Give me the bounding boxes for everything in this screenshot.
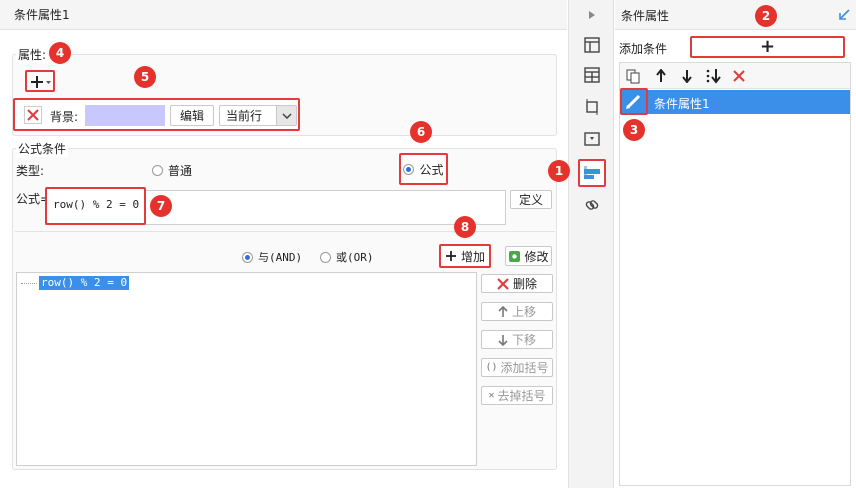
move-down-label: 下移 [511, 333, 536, 347]
logic-and-radio[interactable]: 与(AND) [242, 249, 302, 265]
attribute-group-label: 属性: [16, 46, 49, 63]
callout-badge-6: 6 [410, 121, 432, 143]
delete-label: 删除 [512, 277, 537, 291]
remove-bracket-label: 去掉括号 [497, 389, 546, 403]
callout-badge-7: 7 [150, 195, 172, 217]
callout-badge-4: 4 [49, 42, 71, 64]
chevron-down-icon [276, 106, 296, 125]
formula-value: row() % 2 = 0 [53, 198, 140, 211]
table-layout-icon[interactable] [581, 34, 603, 56]
move-to-bottom-icon[interactable] [705, 68, 723, 84]
add-condition-label: 增加 [460, 249, 485, 264]
scope-select-value: 当前行 [226, 109, 263, 123]
callout-badge-1: 1 [548, 160, 570, 182]
attribute-row: 背景: 编辑 当前行 [13, 98, 300, 131]
callout-badge-2: 2 [755, 5, 777, 27]
hyperlink-icon[interactable] [581, 194, 603, 216]
arrow-down-icon [498, 334, 508, 346]
condition-attribute-icon [584, 166, 600, 179]
crop-frame-icon[interactable] [581, 96, 603, 118]
close-icon [27, 109, 39, 121]
side-toolbar [568, 0, 614, 488]
close-icon[interactable] [732, 69, 746, 83]
callout-badge-5: 5 [134, 66, 156, 88]
background-color-swatch[interactable] [85, 105, 165, 126]
callout-badge-8: 8 [454, 216, 476, 238]
pencil-icon [626, 94, 641, 109]
collapse-arrow-icon[interactable] [581, 4, 603, 26]
modify-label: 修改 [524, 249, 549, 264]
move-up-button[interactable]: 上移 [481, 302, 553, 321]
radio-selected-icon [403, 163, 415, 175]
plus-dropdown-icon [31, 76, 51, 88]
condition-tree-item-label: 条件属性1 [654, 97, 710, 111]
formula-group-label: 公式条件 [16, 140, 69, 157]
radio-icon [320, 251, 331, 263]
add-attribute-button[interactable] [25, 70, 55, 92]
widget-dropdown-icon[interactable] [581, 128, 603, 150]
add-condition-plus-button[interactable]: + [690, 36, 845, 58]
condition-list-item[interactable]: row() % 2 = 0 [39, 276, 130, 290]
add-bracket-button[interactable]: () 添加括号 [481, 358, 553, 377]
logic-or-radio[interactable]: 或(OR) [320, 249, 374, 265]
condition-tree-toolbar [620, 63, 850, 89]
logic-and-label: 与(AND) [258, 251, 303, 264]
right-panel-header: 条件属性 [615, 0, 856, 30]
add-condition-label: 添加条件 [619, 42, 668, 56]
arrow-up-icon [498, 305, 508, 317]
copy-icon[interactable] [626, 69, 641, 84]
type-formula-label: 公式 [419, 162, 444, 177]
modify-button[interactable]: 修改 [505, 246, 552, 266]
scope-select[interactable]: 当前行 [219, 105, 297, 126]
condition-list[interactable]: row() % 2 = 0 [16, 272, 477, 466]
right-panel: 条件属性 添加条件 + 条件属性1 [615, 0, 856, 488]
radio-selected-icon [242, 251, 253, 263]
logic-or-label: 或(OR) [336, 251, 374, 264]
move-up-label: 上移 [511, 305, 536, 319]
move-down-button[interactable]: 下移 [481, 330, 553, 349]
delete-attribute-button[interactable] [24, 106, 42, 124]
radio-icon [152, 165, 163, 176]
edit-condition-button[interactable] [620, 88, 648, 115]
right-panel-title: 条件属性 [621, 9, 670, 23]
dialog-title-bar: 条件属性1 [0, 0, 567, 30]
bracket-icon: () [485, 362, 498, 373]
type-normal-label: 普通 [168, 164, 193, 178]
condition-attribute-tool[interactable] [578, 159, 606, 187]
type-label: 类型: [16, 164, 45, 178]
remove-bracket-icon: ✕ [488, 390, 495, 401]
table-info-icon[interactable] [581, 64, 603, 86]
plus-icon: + [759, 36, 776, 57]
delete-button[interactable]: 删除 [481, 274, 553, 293]
type-formula-radio[interactable]: 公式 [399, 153, 448, 185]
callout-badge-3: 3 [623, 119, 645, 141]
add-bracket-label: 添加括号 [500, 361, 549, 375]
add-condition-button[interactable]: 增加 [439, 244, 491, 268]
formula-input-highlight: row() % 2 = 0 [45, 187, 146, 225]
edit-button[interactable]: 编辑 [170, 105, 214, 126]
condition-tree: 条件属性1 [619, 62, 851, 486]
close-icon [497, 277, 509, 290]
dialog-title: 条件属性1 [14, 8, 70, 22]
condition-tree-item[interactable]: 条件属性1 [620, 90, 850, 114]
tree-connector [21, 283, 37, 284]
collapse-diagonal-icon[interactable] [838, 9, 850, 21]
plus-icon [445, 251, 456, 261]
condition-dialog: 条件属性1 属性: 背景: 编辑 当前行 公式条件 类型: 普通 公式 公式= … [0, 0, 567, 488]
arrow-up-icon[interactable] [656, 69, 666, 83]
background-label: 背景: [50, 110, 79, 124]
define-button[interactable]: 定义 [510, 190, 552, 209]
arrow-down-icon[interactable] [682, 69, 692, 83]
gear-edit-icon [509, 250, 521, 262]
remove-bracket-button[interactable]: ✕ 去掉括号 [481, 386, 553, 405]
type-normal-radio[interactable]: 普通 [152, 162, 192, 179]
